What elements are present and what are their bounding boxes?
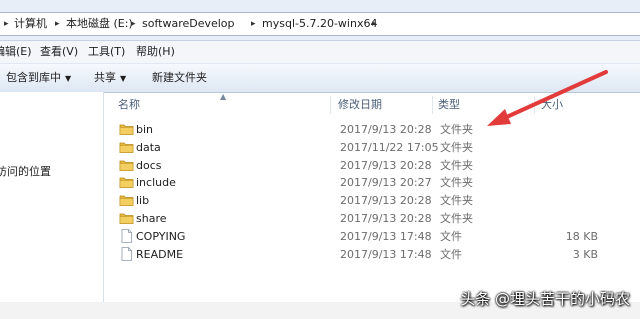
file-type: 文件夹	[440, 158, 473, 172]
breadcrumb-computer[interactable]: 计算机	[14, 16, 47, 32]
menu-view[interactable]: 查看(V)	[40, 44, 78, 60]
file-name: include	[136, 176, 176, 190]
breadcrumb-folder[interactable]: softwareDevelop	[142, 16, 235, 32]
column-header-size[interactable]: 大小	[541, 98, 563, 112]
folder-icon	[119, 160, 134, 171]
watermark: 头条 @埋头苦干的小码农	[460, 290, 630, 308]
file-name: lib	[136, 194, 150, 208]
breadcrumb-separator-icon[interactable]: ▸	[131, 16, 136, 32]
include-in-library-label: 包含到库中	[6, 71, 61, 84]
menu-help[interactable]: 帮助(H)	[136, 44, 175, 60]
file-row[interactable]: share 2017/9/13 20:28 文件夹	[104, 210, 640, 227]
file-row[interactable]: include 2017/9/13 20:27 文件夹	[104, 174, 640, 191]
file-type: 文件夹	[440, 194, 473, 208]
command-bar: 包含到库中 ▼ 共享 ▼ 新建文件夹	[0, 63, 640, 93]
file-row[interactable]: README 2017/9/13 17:48 文件 3 KB	[104, 246, 640, 263]
folder-icon	[119, 142, 134, 153]
file-row[interactable]: data 2017/11/22 17:05 文件夹	[104, 139, 640, 156]
breadcrumb-current-folder[interactable]: mysql-5.7.20-winx64	[262, 16, 377, 32]
file-row[interactable]: bin 2017/9/13 20:28 文件夹	[104, 121, 640, 138]
file-type: 文件夹	[440, 140, 473, 154]
file-list: ▲ 名称 修改日期 类型 大小 bin 2017/9/13 20:28 文件夹 dat…	[104, 92, 640, 302]
chevron-down-icon: ▼	[120, 74, 127, 83]
breadcrumb-separator-icon[interactable]: ▸	[251, 16, 256, 32]
file-name: docs	[136, 158, 162, 172]
file-name: COPYING	[136, 229, 186, 243]
file-type: 文件	[440, 229, 462, 243]
chevron-down-icon: ▼	[65, 74, 72, 83]
file-type: 文件夹	[440, 123, 473, 136]
address-bar-area: ▸ 计算机 ▸ 本地磁盘 (E:) ▸ softwareDevelop ▸ my…	[0, 0, 640, 41]
file-modified: 2017/11/22 17:05	[340, 140, 439, 154]
file-modified: 2017/9/13 17:48	[340, 247, 432, 261]
navigation-pane: 访问的位置	[0, 92, 104, 302]
file-size: 18 KB	[565, 229, 598, 243]
column-header-name[interactable]: 名称	[118, 98, 140, 112]
folder-icon	[119, 195, 134, 207]
menu-bar: 编辑(E) 查看(V) 工具(T) 帮助(H)	[0, 41, 640, 63]
file-name: bin	[136, 123, 154, 136]
folder-icon	[119, 213, 134, 224]
file-modified: 2017/9/13 20:28	[340, 158, 432, 172]
address-bar[interactable]: ▸ 计算机 ▸ 本地磁盘 (E:) ▸ softwareDevelop ▸ my…	[0, 12, 640, 36]
file-modified: 2017/9/13 20:28	[340, 123, 432, 136]
file-modified: 2017/9/13 17:48	[340, 229, 432, 243]
file-type: 文件	[440, 247, 462, 261]
file-type: 文件夹	[440, 176, 473, 190]
folder-icon	[119, 177, 134, 189]
sort-ascending-icon: ▲	[220, 92, 227, 101]
file-size: 3 KB	[572, 247, 598, 261]
include-in-library-button[interactable]: 包含到库中 ▼	[6, 70, 71, 86]
new-folder-button[interactable]: 新建文件夹	[152, 70, 207, 86]
file-name: README	[136, 247, 184, 261]
column-header-type[interactable]: 类型	[438, 98, 460, 112]
breadcrumb-separator-icon[interactable]: ▸	[372, 16, 377, 32]
share-label: 共享	[94, 71, 116, 84]
file-icon	[121, 228, 132, 243]
file-row[interactable]: docs 2017/9/13 20:28 文件夹	[104, 157, 640, 174]
menu-edit[interactable]: 编辑(E)	[0, 44, 32, 60]
column-divider[interactable]	[330, 96, 331, 114]
file-modified: 2017/9/13 20:28	[340, 194, 432, 208]
file-name: data	[136, 140, 161, 154]
file-modified: 2017/9/13 20:28	[340, 212, 432, 225]
file-icon	[121, 246, 132, 261]
breadcrumb-drive[interactable]: 本地磁盘 (E:)	[66, 16, 133, 32]
column-divider[interactable]	[432, 96, 433, 114]
breadcrumb-separator-icon[interactable]: ▸	[4, 16, 9, 32]
file-row[interactable]: lib 2017/9/13 20:28 文件夹	[104, 192, 640, 209]
file-name: share	[136, 212, 167, 225]
column-divider[interactable]	[534, 96, 535, 114]
column-header-modified[interactable]: 修改日期	[338, 98, 382, 112]
menu-tools[interactable]: 工具(T)	[88, 44, 125, 60]
breadcrumb-separator-icon[interactable]: ▸	[55, 16, 60, 32]
file-type: 文件夹	[440, 212, 473, 225]
nav-item-recent-places[interactable]: 访问的位置	[0, 163, 51, 179]
file-row[interactable]: COPYING 2017/9/13 17:48 文件 18 KB	[104, 228, 640, 245]
share-button[interactable]: 共享 ▼	[94, 70, 126, 86]
file-modified: 2017/9/13 20:27	[340, 176, 432, 190]
folder-icon	[119, 124, 134, 135]
